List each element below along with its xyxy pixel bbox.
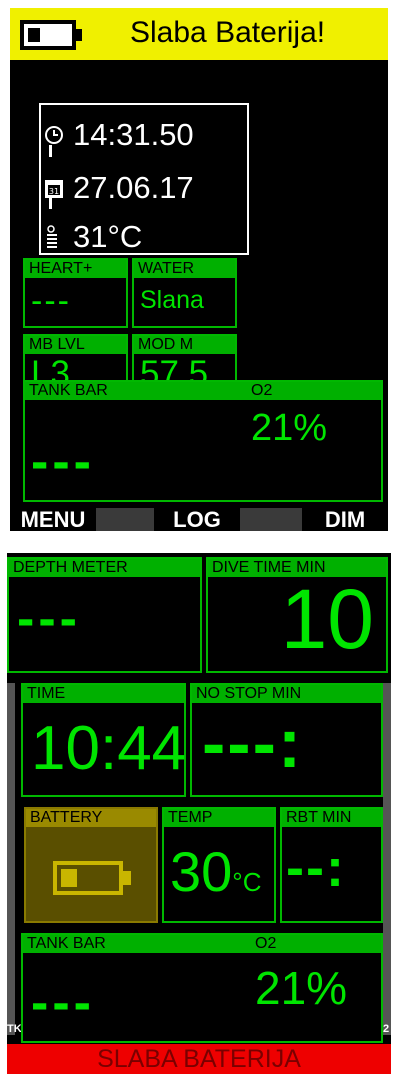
temperature-header: TEMP bbox=[164, 809, 274, 827]
no-stop-value: ---: bbox=[202, 704, 304, 782]
rbt-tile: RBT MIN --: bbox=[280, 807, 383, 923]
rbt-value: --: bbox=[286, 838, 346, 898]
tank-o2-header: O2 bbox=[251, 382, 273, 399]
heart-rate-value: --- bbox=[31, 282, 71, 320]
heart-rate-header: HEART+ bbox=[25, 260, 126, 278]
tank-tile: TANK BAR O2 --- 21% bbox=[23, 380, 383, 502]
svg-text:31: 31 bbox=[49, 187, 59, 196]
battery-tile: BATTERY bbox=[24, 807, 158, 923]
time-value: 14:31.50 bbox=[73, 116, 194, 152]
depth-header: DEPTH METER bbox=[9, 559, 200, 577]
info-box: 14:31.50 31 27.06.17 31°C bbox=[39, 103, 249, 255]
tank-side-bar bbox=[7, 683, 15, 1035]
rbt-header: RBT MIN bbox=[282, 809, 381, 827]
mod-header: MOD M bbox=[134, 336, 235, 354]
time-header: TIME bbox=[23, 685, 184, 703]
temperature-value-bottom: 30°C bbox=[170, 839, 261, 904]
battery-warning-bar: Slaba Baterija! bbox=[10, 8, 388, 60]
no-stop-tile: NO STOP MIN ---: bbox=[190, 683, 383, 797]
no-stop-header: NO STOP MIN bbox=[192, 685, 381, 703]
tank-tile-bottom: TANK BAR O2 --- 21% bbox=[21, 933, 383, 1043]
depth-tile: DEPTH METER --- bbox=[7, 557, 202, 673]
tank-pressure-value: --- bbox=[31, 433, 95, 491]
water-value: Slana bbox=[140, 286, 204, 314]
battery-low-icon bbox=[53, 861, 131, 895]
dive-clock-value: 10:44 bbox=[31, 714, 187, 783]
date-row: 31 27.06.17 bbox=[43, 168, 273, 208]
dive-time-tile: DIVE TIME MIN 10 bbox=[206, 557, 388, 673]
tank-side-label: TK bbox=[7, 1023, 22, 1035]
tank-header-bottom: TANK BAR O2 bbox=[23, 935, 381, 953]
time-tile: TIME 10:44 bbox=[21, 683, 186, 797]
battery-low-icon bbox=[20, 20, 82, 50]
battery-alert-bar: SLABA BATERIJA bbox=[7, 1044, 391, 1074]
dive-time-value: 10 bbox=[280, 572, 374, 666]
water-tile: WATER Slana bbox=[132, 258, 237, 328]
temperature-unit: °C bbox=[232, 867, 262, 897]
screen-top: Slaba Baterija! 14:31.50 31 27.06.17 31°… bbox=[10, 8, 388, 531]
tank-header: TANK BAR O2 bbox=[25, 382, 381, 400]
heart-rate-tile: HEART+ --- bbox=[23, 258, 128, 328]
thermometer-icon bbox=[47, 225, 57, 248]
menu-softkey[interactable]: MENU bbox=[10, 508, 96, 531]
dim-softkey[interactable]: DIM bbox=[302, 508, 388, 531]
water-header: WATER bbox=[134, 260, 235, 278]
mb-level-header: MB LVL bbox=[25, 336, 126, 354]
time-row: 14:31.50 bbox=[43, 115, 273, 155]
date-value: 27.06.17 bbox=[73, 169, 194, 205]
battery-header: BATTERY bbox=[26, 809, 156, 827]
o2-value-bottom: 21% bbox=[255, 962, 348, 1014]
calendar-icon: 31 bbox=[45, 179, 63, 198]
o2-value: 21% bbox=[251, 407, 328, 449]
softkey-bar: MENU LOG DIM bbox=[10, 508, 388, 531]
log-softkey[interactable]: LOG bbox=[154, 508, 240, 531]
tank-pressure-value-bottom: --- bbox=[31, 974, 95, 1032]
n2-side-bar bbox=[383, 683, 391, 1035]
temperature-number: 30 bbox=[170, 840, 233, 903]
tank-pressure-header-bottom: TANK BAR bbox=[27, 935, 106, 952]
temperature-value: 31°C bbox=[73, 218, 143, 254]
screen-dive: TK N2 DEPTH METER --- DIVE TIME MIN 10 T… bbox=[7, 553, 391, 1074]
tank-o2-header-bottom: O2 bbox=[255, 935, 277, 952]
depth-value: --- bbox=[17, 590, 81, 648]
tank-pressure-header: TANK BAR bbox=[29, 382, 108, 399]
warning-text: Slaba Baterija! bbox=[130, 16, 326, 49]
clock-icon bbox=[45, 125, 63, 144]
temperature-row: 31°C bbox=[43, 217, 273, 257]
temperature-tile: TEMP 30°C bbox=[162, 807, 276, 923]
